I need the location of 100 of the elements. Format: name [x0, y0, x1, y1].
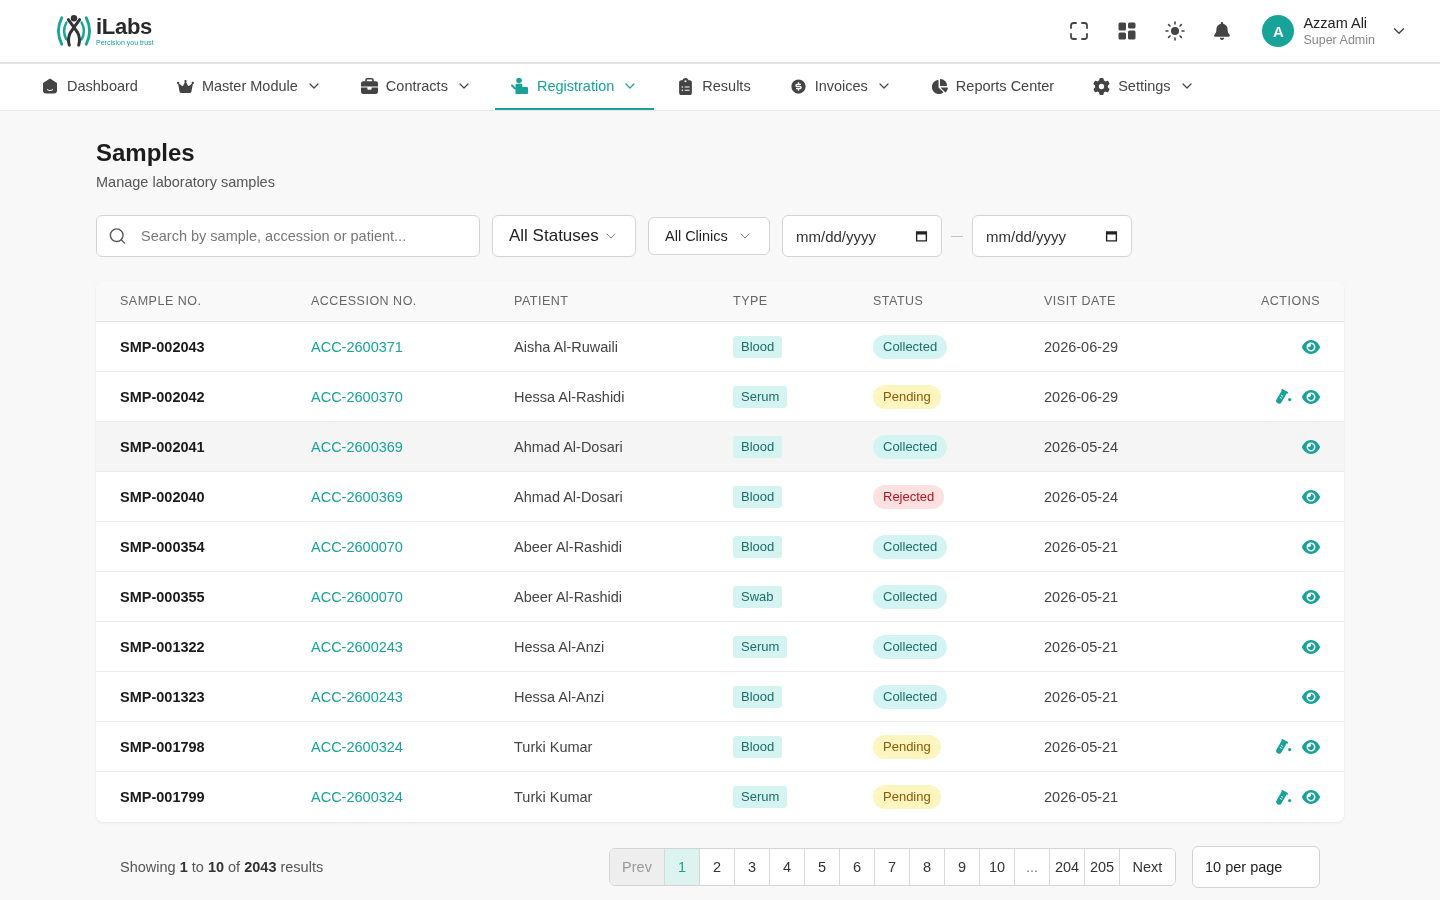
clipboard-icon: [677, 77, 695, 95]
visit-date: 2026-05-21: [1044, 688, 1119, 705]
column-header: ACCESSION NO.: [311, 294, 417, 308]
sun-icon[interactable]: [1165, 21, 1186, 41]
column-header: PATIENT: [514, 294, 569, 308]
patient-name: Turki Kumar: [514, 789, 593, 805]
person-icon: [510, 77, 529, 95]
table-row[interactable]: SMP-002043 ACC-2600371 Aisha Al-Ruwaili Blood Collected 2026-06-29: [96, 322, 1344, 372]
per-page-select[interactable]: 10 per page: [1192, 846, 1320, 888]
nav-tab[interactable]: Master Module: [160, 64, 338, 110]
status-badge: Collected: [873, 634, 948, 659]
patient-name: Hessa Al-Rashidi: [514, 388, 625, 405]
eye-icon[interactable]: [1302, 637, 1320, 656]
eye-icon[interactable]: [1302, 737, 1320, 756]
gear-icon: [1093, 77, 1111, 95]
eye-icon[interactable]: [1302, 337, 1320, 356]
sample-number: SMP-002042: [120, 388, 205, 405]
pie-chart-icon: [930, 77, 948, 95]
visit-date: 2026-05-24: [1044, 488, 1119, 505]
visit-date: 2026-05-21: [1044, 538, 1119, 555]
nav-tab[interactable]: Invoices: [773, 64, 908, 110]
status-badge: Collected: [873, 434, 948, 459]
test-tube-icon[interactable]: [1273, 388, 1292, 405]
column-header: STATUS: [873, 294, 924, 308]
grid-icon[interactable]: [1117, 21, 1138, 41]
patient-name: Ahmad Al-Dosari: [514, 488, 623, 505]
nav-tab[interactable]: Dashboard: [25, 64, 154, 110]
patient-name: Abeer Al-Rashidi: [514, 588, 622, 605]
status-badge: Collected: [873, 584, 948, 609]
type-tag: Swab: [733, 585, 782, 608]
fullscreen-icon[interactable]: [1069, 21, 1090, 41]
type-tag: Blood: [733, 685, 783, 708]
type-tag: Blood: [733, 535, 783, 558]
eye-icon[interactable]: [1302, 437, 1320, 456]
eye-icon[interactable]: [1302, 788, 1320, 806]
table-row[interactable]: SMP-002040 ACC-2600369 Ahmad Al-Dosari Blood Rejected 2026-05-24: [96, 472, 1344, 522]
table-row[interactable]: SMP-001323 ACC-2600243 Hessa Al-Anzi Blood Collected 2026-05-21: [96, 672, 1344, 722]
search-icon: [108, 226, 127, 246]
status-badge: Collected: [873, 334, 948, 359]
eye-icon[interactable]: [1302, 537, 1320, 556]
date-field[interactable]: mm/dd/yyyy: [972, 215, 1132, 257]
table-row[interactable]: SMP-000354 ACC-2600070 Abeer Al-Rashidi Blood Collected 2026-05-21: [96, 522, 1344, 572]
visit-date: 2026-05-21: [1044, 738, 1119, 755]
patient-name: Hessa Al-Anzi: [514, 688, 605, 705]
logo-icon: [55, 14, 93, 48]
patient-name: Hessa Al-Anzi: [514, 638, 605, 655]
status-badge: Pending: [873, 785, 941, 809]
next-page-button[interactable]: Next: [1119, 849, 1175, 885]
sample-number: SMP-001322: [120, 638, 205, 655]
table-row[interactable]: SMP-001799 ACC-2600324 Turki Kumar Serum Pending 2026-05-21: [96, 772, 1344, 822]
status-badge: Collected: [873, 684, 948, 709]
user-name: Azzam Ali: [1303, 15, 1369, 31]
clinic-select[interactable]: All Clinics: [648, 217, 770, 255]
dashboard-icon: [41, 77, 59, 95]
nav-tab[interactable]: Results: [661, 64, 767, 110]
type-tag: Serum: [733, 385, 788, 408]
crown-icon: [176, 77, 194, 95]
user-role: Super Admin: [1303, 33, 1375, 47]
type-tag: Blood: [733, 335, 783, 358]
type-tag: Serum: [733, 635, 788, 658]
date-field[interactable]: mm/dd/yyyy: [782, 215, 942, 257]
table-row[interactable]: SMP-002041 ACC-2600369 Ahmad Al-Dosari Blood Collected 2026-05-24: [96, 422, 1344, 472]
test-tube-icon[interactable]: [1273, 788, 1292, 806]
visit-date: 2026-06-29: [1044, 338, 1119, 355]
eye-icon[interactable]: [1302, 687, 1320, 706]
column-header: ACTIONS: [1260, 294, 1320, 308]
visit-date: 2026-06-29: [1044, 388, 1119, 405]
logo-text: iLabs: [96, 16, 153, 38]
table-row[interactable]: SMP-000355 ACC-2600070 Abeer Al-Rashidi Swab Collected 2026-05-21: [96, 572, 1344, 622]
page-title: Samples: [96, 138, 196, 168]
eye-icon[interactable]: [1302, 387, 1320, 406]
table-row[interactable]: SMP-001322 ACC-2600243 Hessa Al-Anzi Serum Collected 2026-05-21: [96, 622, 1344, 672]
dollar-icon: [789, 77, 807, 95]
sample-number: SMP-002043: [120, 338, 205, 355]
nav-tab[interactable]: Settings: [1077, 64, 1211, 110]
table-row[interactable]: SMP-002042 ACC-2600370 Hessa Al-Rashidi Serum Pending 2026-06-29: [96, 372, 1344, 422]
bell-icon[interactable]: [1213, 22, 1232, 40]
patient-name: Abeer Al-Rashidi: [514, 538, 622, 555]
nav-tab[interactable]: Contracts: [344, 64, 488, 110]
search-field[interactable]: Search by sample, accession or patient...: [96, 215, 480, 257]
sample-number: SMP-000354: [120, 538, 205, 555]
test-tube-icon[interactable]: [1273, 738, 1292, 755]
status-badge: Collected: [873, 534, 948, 559]
type-tag: Blood: [733, 485, 783, 508]
range-separator: —: [951, 229, 963, 243]
status-select[interactable]: All Statuses: [492, 215, 636, 257]
patient-name: Ahmad Al-Dosari: [514, 438, 623, 455]
calendar-icon: [1105, 229, 1118, 243]
visit-date: 2026-05-21: [1044, 588, 1119, 605]
eye-icon[interactable]: [1302, 487, 1320, 506]
eye-icon[interactable]: [1302, 587, 1320, 606]
sample-number: SMP-000355: [120, 588, 205, 605]
status-badge: Rejected: [873, 484, 945, 509]
sample-number: SMP-001323: [120, 688, 205, 705]
type-tag: Blood: [733, 735, 783, 758]
status-badge: Pending: [873, 384, 941, 409]
nav-tab[interactable]: Reports Center: [914, 64, 1071, 110]
table-row[interactable]: SMP-001798 ACC-2600324 Turki Kumar Blood Pending 2026-05-21: [96, 722, 1344, 772]
visit-date: 2026-05-24: [1044, 438, 1119, 455]
visit-date: 2026-05-21: [1044, 638, 1119, 655]
